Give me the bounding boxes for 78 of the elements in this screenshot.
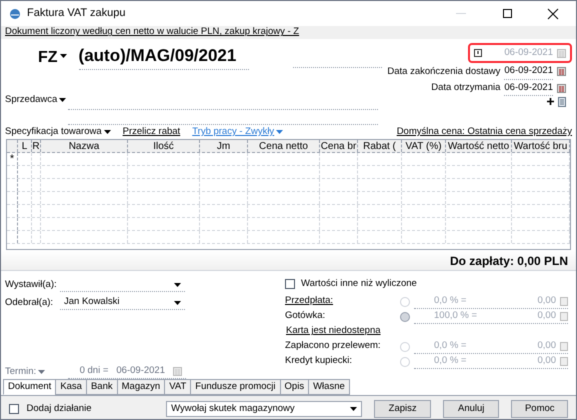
amount-due-text: Do zapłaty: 0,00 PLN: [450, 253, 568, 270]
date-field[interactable]: 06-09-2021: [504, 64, 553, 80]
caret-icon: [59, 98, 66, 102]
date-label: Data zakończenia dostawy: [387, 64, 500, 79]
column-header[interactable]: Cena br: [320, 140, 358, 152]
column-header[interactable]: Nazwa: [41, 140, 128, 152]
info-icon: [474, 49, 482, 58]
payment-label: Kredyt kupiecki:: [285, 354, 354, 368]
list-icon[interactable]: [558, 96, 566, 107]
seller-dropdown[interactable]: Sprzedawca: [5, 92, 66, 107]
tab[interactable]: Kasa: [55, 379, 87, 396]
caret-icon: [38, 370, 46, 374]
add-icon[interactable]: [547, 98, 554, 106]
payment-label: Gotówka:: [285, 309, 326, 324]
term-dropdown[interactable]: Termin:: [5, 364, 68, 379]
caret-icon: [276, 130, 284, 134]
date-label: Data otrzymania: [431, 81, 500, 95]
payment-amount: 0,00: [538, 338, 556, 353]
payment-radio[interactable]: [400, 356, 410, 366]
tab[interactable]: Bank: [86, 379, 118, 396]
dialog-button[interactable]: Anuluj: [442, 400, 500, 418]
payment-radio[interactable]: [400, 342, 410, 352]
payment-radio[interactable]: [400, 312, 410, 322]
payment-amount: 0,00: [538, 294, 556, 308]
tab[interactable]: VAT: [164, 379, 192, 396]
payment-amount: 0,00: [538, 354, 556, 368]
caret-icon: [104, 130, 111, 134]
document-number-field[interactable]: (auto)/MAG/09/2021: [78, 43, 249, 70]
caret-icon: [174, 300, 181, 304]
column-header[interactable]: Wartość bru: [512, 140, 570, 152]
tab[interactable]: Magazyn: [116, 379, 166, 396]
caret-icon: [60, 54, 67, 58]
app-logo-icon: [9, 8, 21, 20]
column-header[interactable]: Rabat (: [358, 140, 402, 152]
column-header[interactable]: Cena netto: [248, 140, 320, 152]
calendar-icon[interactable]: [557, 84, 566, 93]
tab[interactable]: Opis: [280, 379, 310, 396]
tab[interactable]: Dokument: [3, 379, 56, 396]
column-header[interactable]: Jm: [200, 140, 248, 152]
payment-percent: 0,0 % =: [434, 354, 466, 368]
payment-percent: 0,0 % =: [434, 338, 466, 353]
column-header[interactable]: R: [32, 140, 41, 152]
specification-dropdown[interactable]: Specyfikacja towarowa: [5, 124, 111, 140]
payment-radio[interactable]: [400, 296, 410, 306]
payment-percent: 0,0 % =: [434, 294, 466, 308]
new-row-marker: *: [10, 154, 14, 164]
person-label: Wystawił(a):: [5, 278, 58, 292]
dialog-button[interactable]: Pomoc: [511, 400, 568, 418]
add-action-checkbox[interactable]: [9, 404, 19, 414]
person-dropdown[interactable]: Jan Kowalski: [60, 296, 185, 310]
dialog-button[interactable]: Zapisz: [374, 400, 431, 418]
payment-label: Zapłacono przelewem:: [285, 339, 382, 354]
column-header[interactable]: VAT (%): [402, 140, 446, 152]
term-days: 0 dni =: [80, 364, 108, 378]
date-field[interactable]: 06-09-2021: [504, 80, 553, 96]
work-mode-dropdown[interactable]: Tryb pracy - Zwykły: [192, 124, 284, 140]
calendar-icon[interactable]: [557, 67, 566, 76]
window-title: Faktura VAT zakupu: [27, 6, 126, 22]
caret-icon: [350, 406, 358, 411]
person-label: Odebrał(a):: [5, 296, 54, 310]
add-action-label: Dodaj działanie: [26, 402, 92, 416]
tab[interactable]: Fundusze promocji: [190, 379, 281, 396]
other-values-checkbox[interactable]: [285, 279, 295, 289]
other-values-label: Wartości inne niż wyliczone: [301, 276, 417, 291]
recalculate-discount-link[interactable]: Przelicz rabat: [122, 124, 180, 140]
payment-label[interactable]: Przedpłata:: [285, 294, 400, 309]
tab[interactable]: Własne: [308, 379, 350, 396]
caret-icon: [174, 282, 181, 286]
effect-dropdown[interactable]: Wywołaj skutek magazynowy: [166, 400, 362, 417]
column-header[interactable]: Wartość netto: [446, 140, 512, 152]
payment-amount: 0,00: [538, 308, 556, 323]
default-price-link[interactable]: Domyślna cena: Ostatnia cena sprzedaży: [396, 124, 572, 140]
column-header[interactable]: Ilość: [128, 140, 200, 152]
card-unavailable-link[interactable]: Karta jest niedostepna: [285, 324, 381, 339]
document-type-dropdown[interactable]: FZ: [38, 46, 67, 70]
column-header[interactable]: L: [18, 140, 32, 152]
term-date-field[interactable]: 06-09-2021: [116, 364, 165, 378]
payment-percent: 100,0 % =: [434, 308, 478, 323]
